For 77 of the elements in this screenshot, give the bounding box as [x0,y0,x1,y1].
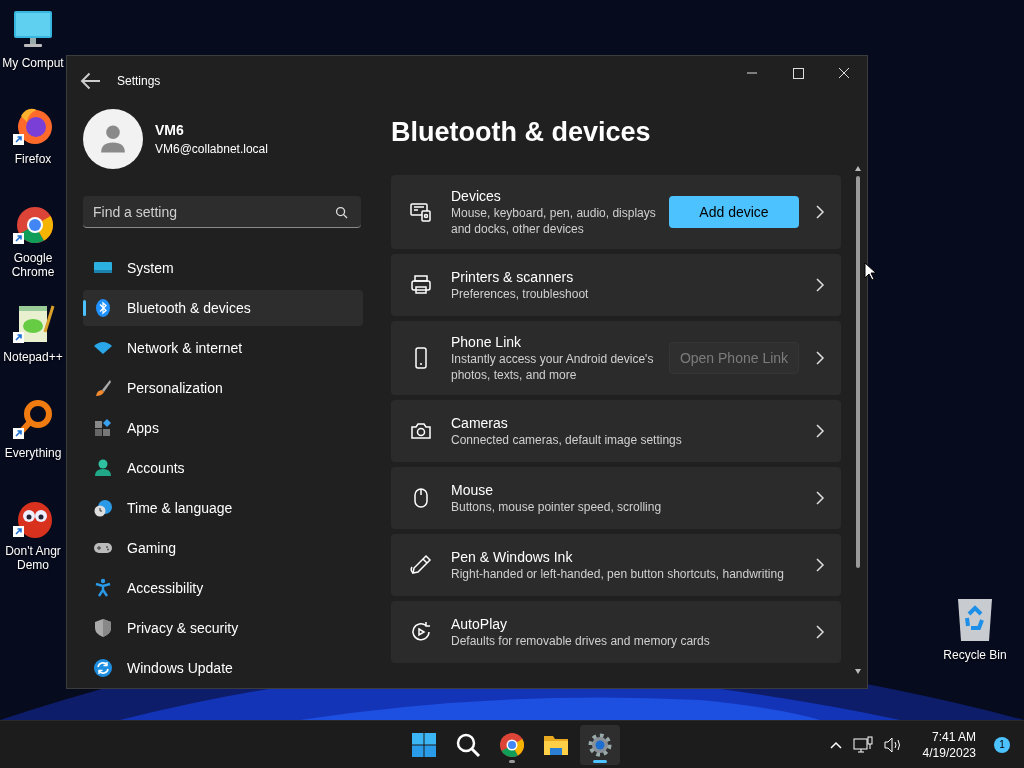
card-button[interactable]: Add device [669,196,799,228]
chevron-icon [815,557,825,573]
bluetooth-icon [93,298,113,318]
nav-item[interactable]: Time & language [83,490,363,526]
nav-item[interactable]: Privacy & security [83,610,363,646]
settings-card[interactable]: Mouse Buttons, mouse pointer speed, scrolling [391,467,841,529]
brush-icon [93,378,113,398]
search-icon[interactable] [335,206,348,219]
chevron-icon [815,277,825,293]
card-description: Connected cameras, default image settings [451,432,683,448]
desktop-icon-label[interactable]: My Comput [2,56,64,70]
card-description: Defaults for removable drives and memory cards [451,633,711,649]
recycle-bin-icon[interactable] [955,596,995,642]
chrome-icon[interactable] [498,730,526,759]
user-name: VM6 [155,122,185,138]
card-title: Mouse [451,481,495,499]
card-title: Devices [451,187,502,205]
avatar[interactable] [83,109,143,169]
search-field[interactable]: Find a setting [83,196,361,228]
card-description: Instantly access your Android device's photos, texts, and more [451,351,655,383]
settings-card[interactable]: Printers & scanners Preferences, troubleshoot [391,254,841,316]
devices-icon [409,200,433,224]
clock-date[interactable]: 4/19/2023 [922,744,976,761]
cursor-icon [864,262,876,281]
desktop-icon-label[interactable]: Notepad++ [3,350,63,364]
chevron-icon [815,423,825,439]
card-description: Buttons, mouse pointer speed, scrolling [451,499,663,515]
start-icon[interactable] [410,730,438,759]
sync-icon [93,658,113,678]
chevron-icon [815,350,825,366]
settings-card[interactable]: AutoPlay Defaults for removable drives and memory cards [391,601,841,663]
card-title: Cameras [451,414,509,432]
nav-item[interactable]: Gaming [83,530,363,566]
desktop-icon-label[interactable]: Don't Angr Demo [0,544,66,572]
nav-item[interactable]: Personalization [83,370,363,406]
nav-item[interactable]: Apps [83,410,363,446]
notification-badge[interactable]: 1 [994,736,1010,753]
globe-clock-icon [93,498,113,518]
person-icon [93,458,113,478]
desktop-icon-label[interactable]: Everything [4,446,62,460]
card-description: Right-handed or left-handed, pen button shortcuts, handwriting [451,566,785,582]
pen-icon [409,553,433,577]
scrollbar[interactable] [853,164,863,676]
chevron-icon [815,624,825,640]
settings-card[interactable]: Devices Mouse, keyboard, pen, audio, displays and docks, other devices Add device [391,175,841,249]
nav-item[interactable]: System [83,250,363,286]
clock-time[interactable]: 7:41 AM [931,728,976,745]
chevron-icon [815,490,825,506]
magnifier-icon[interactable] [11,398,55,442]
nav-item[interactable]: Accounts [83,450,363,486]
settings-card[interactable]: Cameras Connected cameras, default image settings [391,400,841,462]
network-icon[interactable] [852,735,873,754]
shield-icon [93,618,113,638]
settings-card[interactable]: Pen & Windows Ink Right-handed or left-handed, pen button shortcuts, handwriting [391,534,841,596]
card-title: AutoPlay [451,615,509,633]
window-title: Settings [117,74,161,88]
card-title: Pen & Windows Ink [451,548,574,566]
chevron-icon [815,204,825,220]
user-email: VM6@collabnet.local [155,142,268,156]
page-title: Bluetooth & devices [391,116,652,148]
nav-item[interactable]: Accessibility [83,570,363,606]
taskbar-button[interactable] [580,724,620,765]
apps-icon [93,418,113,438]
nav-item[interactable]: Windows Update [83,650,363,686]
nav-item[interactable]: Bluetooth & devices [83,290,363,326]
desktop-icon-label[interactable]: Google Chrome [0,251,66,279]
accessibility-icon [93,578,113,598]
chevron-up-icon[interactable] [828,739,843,750]
nav-item[interactable]: Network & internet [83,330,363,366]
printer-icon [409,273,433,297]
desktop-icon-label[interactable]: Firefox [14,152,52,166]
volume-icon[interactable] [882,735,903,754]
desktop-icon-label[interactable]: Recycle Bin [943,648,1007,662]
card-description: Preferences, troubleshoot [451,286,590,302]
card-description: Mouse, keyboard, pen, audio, displays and docks, other devices [451,205,657,237]
card-title: Phone Link [451,333,523,351]
card-title: Printers & scanners [451,268,575,286]
